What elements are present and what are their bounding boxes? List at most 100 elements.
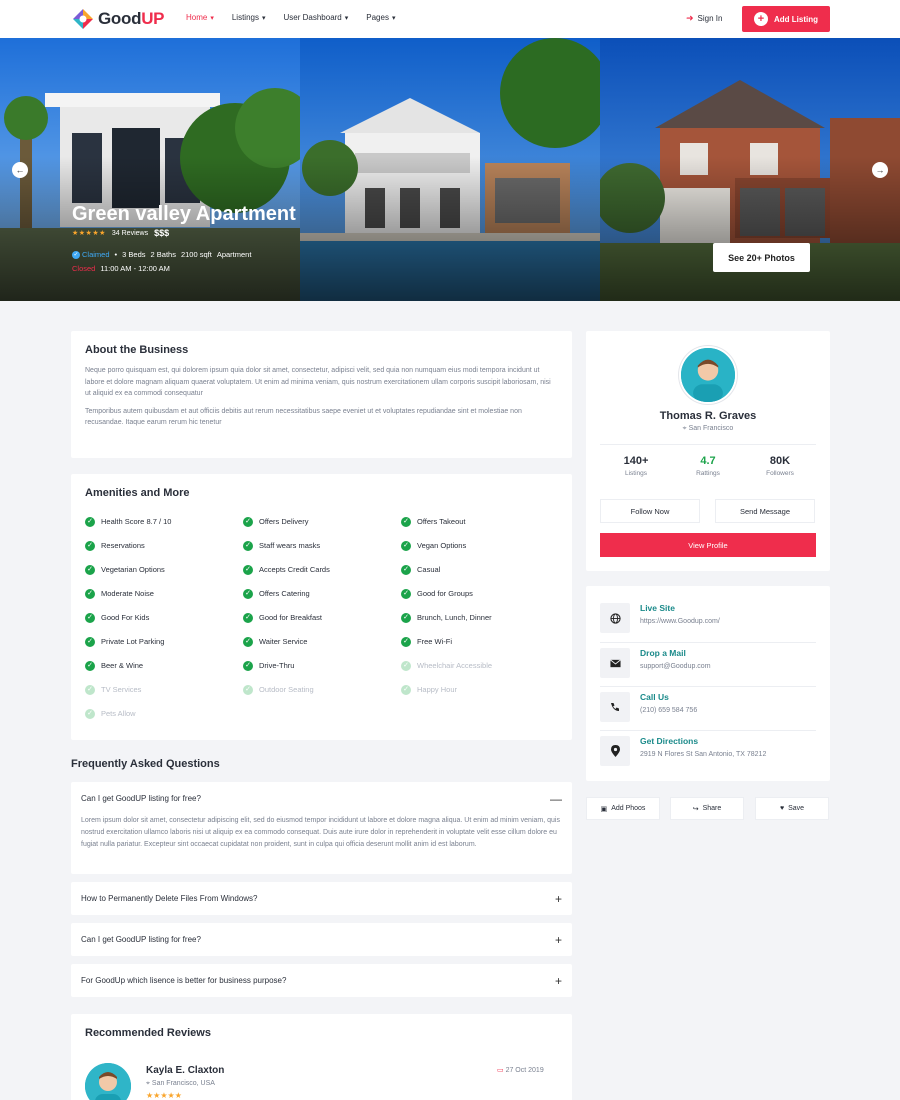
send-message-button[interactable]: Send Message	[715, 499, 815, 523]
review-count[interactable]: 34 Reviews	[112, 230, 148, 237]
add-photos-button[interactable]: ▣ Add Phoos	[586, 797, 660, 820]
map-pin-icon: ⌖	[682, 425, 687, 432]
open-status: Closed	[72, 264, 96, 273]
faq-title: Frequently Asked Questions	[71, 758, 220, 770]
check-circle-icon: ✓	[243, 612, 253, 623]
faq-item-4[interactable]: For GoodUp which lisence is better for b…	[71, 964, 572, 997]
amenity-label: Happy Hour	[417, 685, 458, 694]
chevron-down-icon: ▾	[210, 14, 214, 22]
listing-rating: ★★★★★ 34 Reviews $$$	[72, 228, 169, 238]
reviewer-avatar	[85, 1063, 131, 1100]
hours-range: 11:00 AM - 12:00 AM	[100, 264, 170, 273]
amenity-item: ✓ Private Lot Parking	[85, 636, 243, 647]
logo[interactable]: GoodUP	[72, 8, 165, 30]
amenity-label: Good for Groups	[417, 589, 473, 598]
sign-in-icon: ➜	[686, 13, 694, 23]
owner-avatar	[679, 346, 737, 404]
amenities-title: Amenities and More	[85, 487, 190, 499]
contact-mail[interactable]: Drop a Mail support@Goodup.com	[600, 648, 816, 680]
amenity-item: ✓ Outdoor Seating	[243, 684, 401, 695]
faq-item-3[interactable]: Can I get GoodUP listing for free? +	[71, 923, 572, 956]
phone-icon	[600, 692, 630, 722]
logo-text: GoodUP	[98, 9, 165, 28]
nav-listings[interactable]: Listings ▾	[232, 13, 266, 22]
stat-followers: 80K Followers	[766, 455, 794, 477]
minus-icon[interactable]: —	[550, 792, 562, 806]
price-level: $$$	[154, 228, 170, 238]
amenity-label: Pets Allow	[101, 709, 136, 718]
amenity-item: ✓ Drive-Thru	[243, 660, 401, 671]
check-circle-icon: ✓	[85, 636, 95, 647]
add-listing-button[interactable]: + Add Listing	[742, 6, 830, 32]
check-circle-icon: ✓	[243, 540, 253, 551]
amenity-item: ✓ Vegan Options	[401, 540, 559, 551]
check-circle-icon: ✓	[243, 636, 253, 647]
chevron-down-icon: ▾	[261, 14, 266, 22]
save-button[interactable]: ♥ Save	[755, 797, 829, 820]
amenity-item: ✓ Health Score 8.7 / 10	[85, 516, 243, 527]
sign-in-link[interactable]: ➜ Sign In	[686, 13, 722, 24]
amenity-label: Vegan Options	[417, 541, 467, 550]
calendar-icon: ▭	[497, 1067, 504, 1074]
amenity-item: ✓ Moderate Noise	[85, 588, 243, 599]
share-icon: ↪	[692, 805, 699, 813]
chevron-down-icon: ▾	[391, 14, 396, 22]
check-circle-icon: ✓	[401, 588, 411, 599]
contact-call[interactable]: Call Us (210) 659 584 756	[600, 692, 816, 724]
map-pin-icon	[600, 736, 630, 766]
check-circle-icon: ✓	[401, 564, 411, 575]
check-circle-icon: ✓	[85, 612, 95, 623]
amenity-label: Health Score 8.7 / 10	[101, 517, 172, 526]
listing-title: Green valley Apartment	[72, 203, 296, 225]
amenity-item: ✓ Good For Kids	[85, 612, 243, 623]
check-circle-icon: ✓	[243, 588, 253, 599]
check-circle-icon: ✓	[401, 612, 411, 623]
follow-button[interactable]: Follow Now	[600, 499, 700, 523]
check-circle-icon: ✓	[243, 564, 253, 575]
amenity-label: Good For Kids	[101, 613, 150, 622]
nav-home[interactable]: Home ▾	[186, 13, 214, 22]
view-profile-button[interactable]: View Profile	[600, 533, 816, 557]
divider	[600, 642, 816, 643]
amenity-label: Staff wears masks	[259, 541, 321, 550]
check-circle-icon: ✓	[85, 516, 95, 527]
contact-directions[interactable]: Get Directions 2919 N Flores St San Anto…	[600, 736, 816, 768]
amenity-item: ✓ Good for Breakfast	[243, 612, 401, 623]
faq-question[interactable]: How to Permanently Delete Files From Win…	[81, 882, 562, 915]
faq-question[interactable]: Can I get GoodUP listing for free? +	[81, 923, 562, 956]
amenity-label: Offers Takeout	[417, 517, 466, 526]
rating-stars: ★★★★★	[72, 230, 106, 237]
top-navbar: GoodUP Home ▾ Listings ▾ User Dashboard ▾ P…	[0, 0, 900, 38]
nav-pages[interactable]: Pages ▾	[366, 13, 395, 22]
check-circle-icon: ✓	[243, 660, 253, 671]
check-circle-icon: ✓	[85, 540, 95, 551]
owner-name[interactable]: Thomas R. Graves	[586, 410, 830, 422]
reviews-title: Recommended Reviews	[85, 1027, 211, 1039]
check-circle-icon: ✓	[85, 684, 95, 695]
amenity-item: ✓ Vegetarian Options	[85, 564, 243, 575]
faq-question[interactable]: For GoodUp which lisence is better for b…	[81, 964, 562, 997]
plus-icon[interactable]: +	[555, 974, 562, 988]
check-circle-icon: ✓	[401, 636, 411, 647]
plus-icon: +	[754, 12, 768, 26]
amenity-item: ✓ TV Services	[85, 684, 243, 695]
owner-profile-card: Thomas R. Graves ⌖ San Francisco 140+ Lis…	[586, 331, 830, 571]
faq-item-2[interactable]: How to Permanently Delete Files From Win…	[71, 882, 572, 915]
plus-icon[interactable]: +	[555, 933, 562, 947]
gallery-next-button[interactable]: →	[872, 162, 888, 178]
owner-location: ⌖ San Francisco	[682, 425, 734, 432]
reviewer-name[interactable]: Kayla E. Claxton	[146, 1065, 224, 1076]
share-button[interactable]: ↪ Share	[670, 797, 744, 820]
gallery-prev-button[interactable]: ←	[12, 162, 28, 178]
faq-item-1[interactable]: Can I get GoodUP listing for free? — Lore…	[71, 782, 572, 874]
see-photos-button[interactable]: See 20+ Photos	[713, 243, 810, 272]
faq-question[interactable]: Can I get GoodUP listing for free? —	[81, 782, 562, 815]
divider	[600, 730, 816, 731]
nav-user-dashboard[interactable]: User Dashboard ▾	[284, 13, 349, 22]
plus-icon[interactable]: +	[555, 892, 562, 906]
contact-live-site[interactable]: Live Site https://www.Goodup.com/	[600, 603, 816, 635]
check-circle-icon: ✓	[243, 516, 253, 527]
amenity-label: Offers Delivery	[259, 517, 309, 526]
check-circle-icon: ✓	[85, 588, 95, 599]
review-date: ▭ 27 Oct 2019	[497, 1067, 544, 1074]
